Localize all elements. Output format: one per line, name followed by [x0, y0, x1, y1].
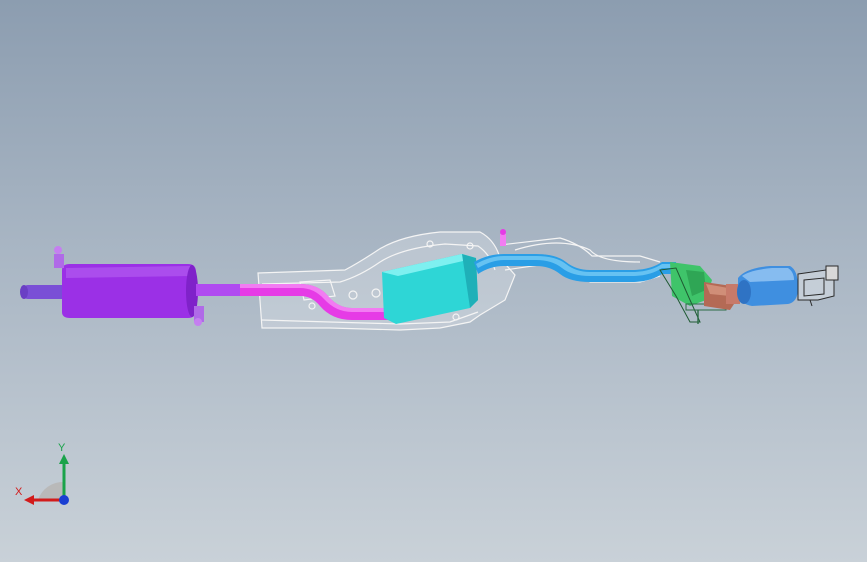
- y-axis-label: Y: [58, 442, 66, 454]
- cad-graphics-area[interactable]: Y X: [0, 0, 867, 562]
- x-axis-arrow: [24, 495, 34, 505]
- coordinate-triad: [24, 454, 69, 505]
- x-axis-label: X: [15, 486, 23, 498]
- z-axis-dot: [59, 495, 69, 505]
- manifold-flange[interactable]: [704, 282, 740, 310]
- rear-muffler[interactable]: [54, 246, 204, 326]
- exhaust-system-assembly[interactable]: [0, 0, 867, 562]
- catalytic-converter[interactable]: [737, 266, 798, 306]
- tailpipe[interactable]: [20, 285, 68, 299]
- outlet-bracket[interactable]: [797, 265, 839, 307]
- y-axis-arrow: [59, 454, 69, 464]
- intermediate-pipe[interactable]: [196, 284, 244, 296]
